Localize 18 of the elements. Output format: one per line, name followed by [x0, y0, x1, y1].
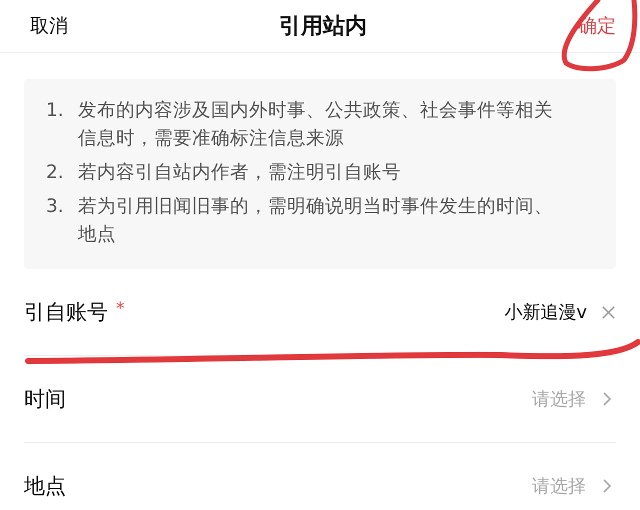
list-number: 2.	[46, 161, 64, 185]
required-mark: *	[116, 299, 124, 319]
page-title: 引用站内	[279, 13, 367, 41]
chevron-right-icon[interactable]	[602, 391, 612, 407]
select-placeholder[interactable]: 请选择	[532, 387, 586, 411]
field-label: 地点	[24, 473, 66, 500]
notice-text: 发布的内容涉及国内外时事、公共政策、社会事件等相关信息时，需要准确标注信息来源	[78, 99, 553, 151]
chevron-right-icon[interactable]	[602, 478, 612, 494]
field-value[interactable]: 小新追漫v	[504, 300, 587, 324]
list-number: 3.	[46, 195, 64, 219]
notice-text: 若为引用旧闻旧事的，需明确说明当时事件发生的时间、地点	[78, 195, 553, 247]
field-label: 引自账号	[24, 299, 108, 326]
notice-text: 若内容引自站内作者，需注明引自账号	[78, 161, 402, 185]
cancel-button[interactable]: 取消	[30, 13, 68, 39]
close-icon[interactable]	[601, 304, 616, 320]
field-label: 时间	[24, 386, 66, 413]
list-number: 1.	[46, 99, 64, 123]
select-placeholder[interactable]: 请选择	[532, 474, 586, 498]
